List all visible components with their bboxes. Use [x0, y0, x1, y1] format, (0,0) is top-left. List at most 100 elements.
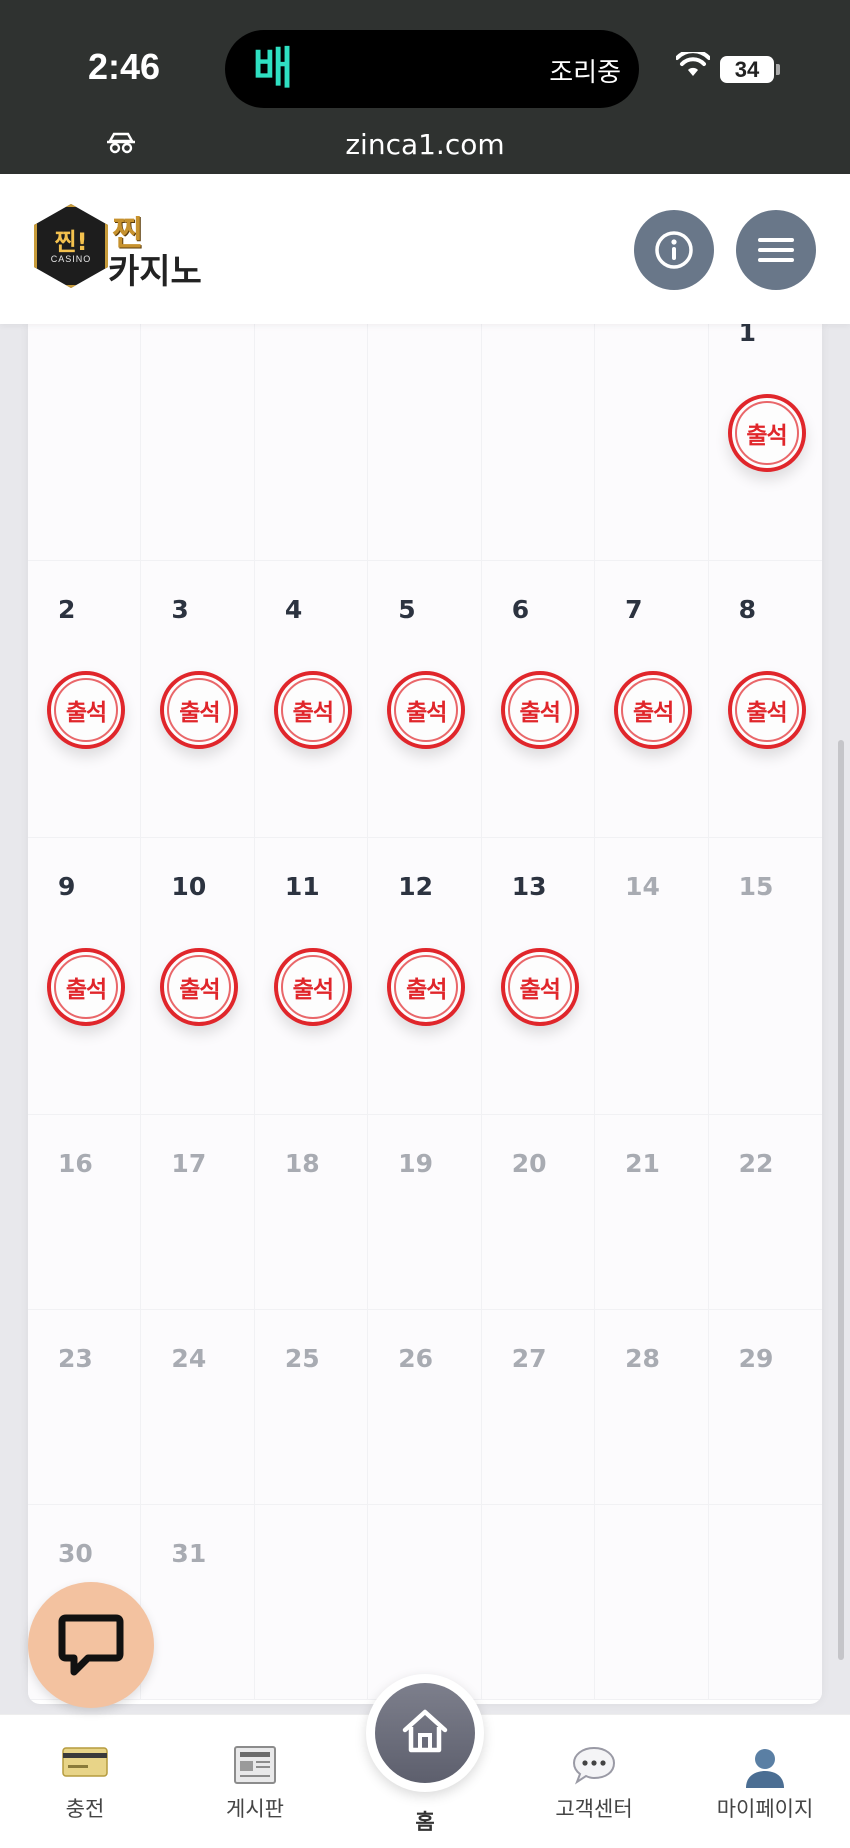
nav-board-label: 게시판 [226, 1797, 284, 1821]
day-number: 17 [171, 1149, 207, 1178]
calendar-day-cell[interactable]: 16 [28, 1115, 142, 1310]
day-number: 19 [398, 1149, 434, 1178]
calendar-day-cell[interactable]: 8 출석 [708, 561, 822, 838]
attendance-calendar: 1 출석 2 출석 3 출석 4 출석 5 출석 6 출석 7 출석 8 출석 9 출석 10 출석 11 출석 12 출석 1… [28, 324, 822, 1704]
home-button[interactable] [366, 1674, 484, 1792]
calendar-day-cell[interactable]: 25 [254, 1310, 369, 1505]
nav-charge[interactable]: 충전 [10, 1715, 160, 1848]
attendance-stamp: 출석 [273, 671, 352, 749]
calendar-day-cell[interactable]: 15 [708, 838, 822, 1115]
calendar-day-cell[interactable]: 23 [28, 1310, 142, 1505]
newspaper-icon [234, 1746, 276, 1784]
day-number: 5 [398, 595, 416, 624]
nav-support[interactable]: 고객센터 [519, 1715, 669, 1848]
chat-bubble-icon [58, 1614, 124, 1676]
attendance-stamp: 출석 [500, 948, 579, 1026]
scrollbar-thumb[interactable] [838, 740, 844, 1660]
attendance-stamp: 출석 [47, 671, 125, 749]
status-bar: 2:46 배 조리중 34 zinca1.com [0, 0, 850, 174]
day-number: 15 [738, 872, 774, 901]
calendar-day-cell[interactable]: 4 출석 [254, 561, 369, 838]
credit-card-icon [62, 1747, 108, 1777]
calendar-day-cell[interactable]: 31 [141, 1505, 255, 1700]
battery-indicator: 34 [720, 56, 774, 83]
attendance-stamp: 출석 [387, 948, 466, 1026]
calendar-day-cell[interactable]: 17 [141, 1115, 255, 1310]
calendar-day-cell[interactable]: 12 출석 [368, 838, 482, 1115]
day-number: 10 [171, 872, 207, 901]
day-number: 28 [625, 1344, 660, 1373]
day-number: 24 [171, 1344, 207, 1373]
day-number: 4 [284, 595, 303, 624]
day-number: 12 [398, 872, 434, 901]
user-icon [746, 1749, 784, 1788]
attendance-stamp-label: 출석 [65, 977, 107, 1003]
menu-button[interactable] [736, 210, 816, 290]
calendar-day-cell[interactable]: 1 출석 [708, 324, 822, 561]
day-number: 18 [284, 1149, 320, 1178]
calendar-empty-cell [481, 1505, 596, 1700]
nav-board[interactable]: 게시판 [180, 1715, 330, 1848]
day-number: 27 [511, 1344, 547, 1373]
nav-mypage[interactable]: 마이페이지 [690, 1715, 840, 1848]
calendar-day-cell[interactable]: 9 출석 [28, 838, 142, 1115]
day-number: 25 [284, 1344, 320, 1373]
info-button[interactable] [634, 210, 714, 290]
calendar-day-cell[interactable]: 28 [595, 1310, 709, 1505]
calendar-empty-cell [595, 324, 709, 561]
calendar-day-cell[interactable]: 13 출석 [481, 838, 596, 1115]
calendar-day-cell[interactable]: 7 출석 [595, 561, 709, 838]
day-number: 22 [738, 1149, 774, 1178]
calendar-day-cell[interactable]: 18 [254, 1115, 369, 1310]
calendar-day-cell[interactable]: 11 출석 [254, 838, 369, 1115]
address-bar-url[interactable]: zinca1.com [0, 128, 850, 161]
calendar-day-cell[interactable]: 26 [368, 1310, 482, 1505]
attendance-stamp: 출석 [387, 671, 466, 749]
attendance-stamp: 출석 [727, 671, 806, 749]
calendar-day-cell[interactable]: 2 출석 [28, 561, 142, 838]
day-number: 20 [511, 1149, 547, 1178]
day-number: 31 [171, 1539, 207, 1568]
calendar-day-cell[interactable]: 22 [708, 1115, 822, 1310]
day-number: 1 [738, 324, 756, 347]
calendar-day-cell[interactable]: 20 [481, 1115, 596, 1310]
calendar-day-cell[interactable]: 29 [708, 1310, 822, 1505]
calendar-empty-cell [368, 324, 482, 561]
attendance-stamp: 출석 [727, 394, 806, 472]
day-number: 26 [398, 1344, 434, 1373]
calendar-day-cell[interactable]: 6 출석 [481, 561, 596, 838]
day-number: 2 [58, 595, 76, 624]
info-icon [655, 231, 693, 269]
calendar-empty-cell [368, 1505, 482, 1700]
dynamic-island: 배 조리중 [225, 30, 639, 108]
calendar-empty-cell [595, 1505, 709, 1700]
calendar-day-cell[interactable]: 14 [595, 838, 709, 1115]
attendance-stamp-label: 출석 [179, 977, 220, 1003]
site-logo[interactable]: 찐! CASINO 찐 카지노 [34, 204, 210, 292]
logo-word-bottom: 카지노 [108, 252, 202, 292]
calendar-empty-cell [254, 1505, 369, 1700]
day-number: 21 [625, 1149, 660, 1178]
day-number: 14 [625, 872, 660, 901]
calendar-day-cell[interactable]: 5 출석 [368, 561, 482, 838]
calendar-day-cell[interactable]: 21 [595, 1115, 709, 1310]
attendance-stamp: 출석 [500, 671, 579, 749]
attendance-stamp-label: 출석 [179, 700, 220, 726]
calendar-day-cell[interactable]: 3 출석 [141, 561, 255, 838]
logo-badge-subtext: CASINO [50, 254, 92, 264]
calendar-day-cell[interactable]: 19 [368, 1115, 482, 1310]
calendar-day-cell[interactable]: 27 [481, 1310, 596, 1505]
attendance-stamp-label: 출석 [406, 700, 447, 726]
attendance-stamp-label: 출석 [746, 423, 787, 449]
calendar-day-cell[interactable]: 10 출석 [141, 838, 255, 1115]
day-number: 11 [284, 872, 320, 901]
calendar-empty-cell [708, 1505, 822, 1700]
status-time: 2:46 [88, 46, 161, 87]
wifi-icon [676, 52, 710, 76]
calendar-day-cell[interactable]: 24 [141, 1310, 255, 1505]
day-number: 9 [58, 872, 76, 901]
attendance-stamp: 출석 [160, 948, 239, 1026]
nav-support-label: 고객센터 [555, 1797, 633, 1821]
chat-button[interactable] [28, 1582, 154, 1708]
home-button-inner [375, 1683, 475, 1783]
